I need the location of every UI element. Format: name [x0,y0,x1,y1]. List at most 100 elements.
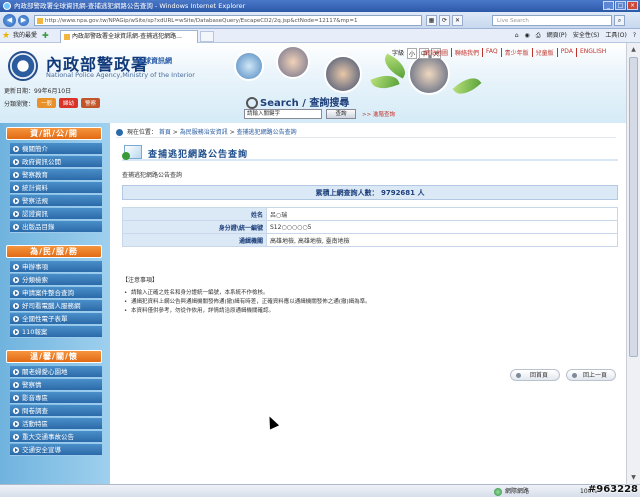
sidebar-item-label: 問卷調查 [22,407,48,415]
arrow-icon [13,421,19,427]
sidebar-item[interactable]: 問卷調查 [10,405,102,417]
sidebar-item[interactable]: 警察情 [10,379,102,391]
site-search-button[interactable]: 查詢 [326,109,356,119]
id-label: 身分證\統一編號 [122,220,267,234]
sidebar-item[interactable]: 機關簡介 [10,143,102,155]
link-sitemap[interactable]: 網站地圖 [421,48,451,57]
maximize-button[interactable]: □ [615,1,626,10]
sidebar-item-label: 機關簡介 [22,145,48,153]
sidebar-item[interactable]: 警察法規 [10,195,102,207]
site-search-input[interactable]: 請輸入關鍵字 [244,109,322,119]
page-buttons: 回首頁 回上一頁 [510,369,616,381]
sidebar-item[interactable]: 交通安全宣導 [10,444,102,456]
url-field[interactable]: http://www.npa.gov.tw/NPAGip/wSite/sp?xd… [34,15,422,26]
sidebar-item-label: 政府資訊公開 [22,158,61,166]
agency-value: 高雄地檢, 高雄地檢, 臺南地檢 [266,233,618,247]
category-bar: 分類瀏覽： 一般 婦幼 警察 [4,98,101,108]
sidebar-item[interactable]: 申辦事項 [10,261,102,273]
breadcrumb-current[interactable]: 查捕逃犯網路公告查詢 [237,129,297,136]
add-favorites-icon[interactable]: ✚ [42,31,52,41]
sidebar-item-label: 關老婦愛心園地 [22,368,68,376]
arrow-icon [13,172,19,178]
sidebar-item-label: 重大交通事故公告 [22,433,74,441]
link-faq[interactable]: FAQ [482,48,501,57]
scroll-down-icon[interactable]: ▼ [628,472,639,483]
scroll-thumb[interactable] [629,57,638,357]
font-small-button[interactable]: 小 [407,48,418,59]
category-police[interactable]: 警察 [81,98,101,108]
sidebar-item[interactable]: 關老婦愛心園地 [10,366,102,378]
new-tab-button[interactable] [200,31,214,42]
home-page-button[interactable]: 回首頁 [510,369,560,381]
print-icon[interactable]: ⎙ [536,31,541,41]
forward-button[interactable]: ▶ [18,15,29,26]
command-safety[interactable]: 安全性(S) [573,31,600,41]
category-women[interactable]: 婦幼 [59,98,79,108]
link-english[interactable]: ENGLISH [575,48,609,57]
leaf-icon [452,72,482,100]
feeds-icon[interactable]: ◉ [525,31,530,41]
update-date: 更新日期：99年6月10日 [4,88,72,95]
favorites-button[interactable]: ★ 我的最愛 [2,31,37,41]
link-teen[interactable]: 青少年版 [500,48,532,57]
watermark: #963228 [587,484,638,495]
sidebar-item-label: 好司看電腦人服務網 [22,302,81,310]
arrow-icon [13,146,19,152]
compat-icon[interactable]: ▦ [426,15,437,26]
back-button[interactable]: ◀ [3,14,16,27]
font-size-label: 字級 [392,50,405,57]
link-kids[interactable]: 兒童版 [531,48,557,57]
sidebar-item[interactable]: 分類檢索 [10,274,102,286]
back-icon [572,373,577,378]
sidebar-item[interactable]: 統計資料 [10,182,102,194]
star-icon: ★ [2,31,11,41]
breadcrumb-home[interactable]: 首頁 [159,129,171,136]
home-icon[interactable]: ⌂ [515,31,519,41]
site-name-suffix: 全球資訊網 [137,57,172,65]
sidebar-item[interactable]: 警察教育 [10,169,102,181]
sidebar-item[interactable]: 全國性電子表單 [10,313,102,325]
sidebar-item[interactable]: 好司看電腦人服務網 [10,300,102,312]
close-button[interactable]: × [627,1,638,10]
sidebar-item[interactable]: 出版品目錄 [10,221,102,233]
arrow-icon [13,198,19,204]
breadcrumb-service[interactable]: 為民服務治安資訊 [180,129,228,136]
live-search-input[interactable]: Live Search [492,15,612,26]
command-tools[interactable]: 工具(O) [605,31,626,41]
favorites-label: 我的最愛 [13,32,38,39]
command-bar: ⌂ ◉ ⎙ 網頁(P) 安全性(S) 工具(O) ? [515,31,636,41]
advanced-search-link[interactable]: >> 進階查詢 [362,110,395,118]
sidebar-item-label: 警察教育 [22,171,48,179]
window-titlebar: 內政部警政署全球資訊網-查捕逃犯網路公告查詢 - Windows Interne… [0,0,640,12]
address-bar: ◀ ▶ http://www.npa.gov.tw/NPAGip/wSite/s… [0,12,640,29]
sidebar-item[interactable]: 政府資訊公開 [10,156,102,168]
refresh-icon[interactable]: ⟳ [439,15,450,26]
help-icon[interactable]: ? [633,31,636,41]
arrow-icon [13,395,19,401]
sidebar-item[interactable]: 110報案 [10,326,102,338]
command-page[interactable]: 網頁(P) [547,31,567,41]
security-zone: 網際網路 [494,486,529,497]
page-title-bar: 查捕逃犯網路公告查詢 [122,143,618,161]
link-contact[interactable]: 聯絡我們 [451,48,482,57]
sidebar-item[interactable]: 活動特區 [10,418,102,430]
minimize-button[interactable]: _ [603,1,614,10]
sidebar-item[interactable]: 影音專區 [10,392,102,404]
sidebar-item[interactable]: 重大交通事故公告 [10,431,102,443]
agency-label: 通緝機關 [122,233,267,247]
stop-icon[interactable]: ✕ [452,15,463,26]
arrow-icon [13,264,19,270]
web-page: 內政部警政署 全球資訊網 National Police Agency,Mini… [0,43,626,484]
sidebar-item-label: 影音專區 [22,394,48,402]
scroll-up-icon[interactable]: ▲ [628,44,639,55]
home-icon [116,129,123,136]
search-icon[interactable]: ⌕ [614,15,625,26]
tab-current[interactable]: 內政部警政署全球資訊網-查捕逃犯網路... [60,30,198,43]
sidebar-item[interactable]: 申請案件整合查詢 [10,287,102,299]
link-pda[interactable]: PDA [556,48,576,57]
category-general[interactable]: 一般 [37,98,57,108]
name-value: 呂○瑞 [266,207,618,221]
sidebar-item[interactable]: 認證資訊 [10,208,102,220]
back-page-button[interactable]: 回上一頁 [566,369,616,381]
vertical-scrollbar[interactable]: ▲ ▼ [626,43,640,484]
